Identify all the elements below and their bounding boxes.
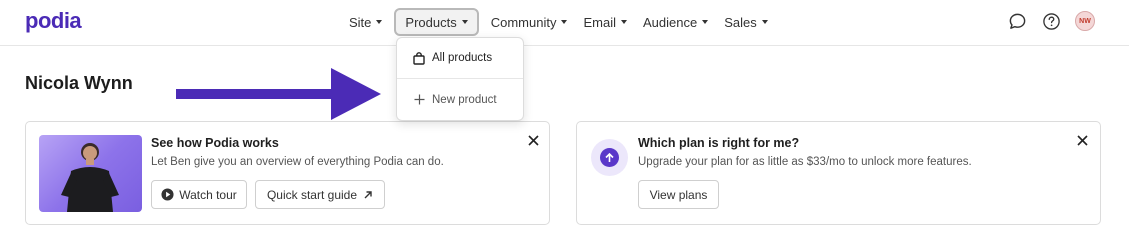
plan-card-title: Which plan is right for me? <box>638 136 800 150</box>
annotation-arrow-icon <box>176 68 382 125</box>
caret-down-icon <box>561 20 568 24</box>
close-icon[interactable] <box>526 133 540 147</box>
nav-sales[interactable]: Sales <box>716 8 776 36</box>
nav-email[interactable]: Email <box>575 8 635 36</box>
quick-start-guide-label: Quick start guide <box>266 187 358 202</box>
caret-down-icon <box>376 20 383 24</box>
dropdown-item-label: New product <box>432 93 497 106</box>
tour-card-title: See how Podia works <box>151 136 279 150</box>
view-plans-button[interactable]: View plans <box>638 180 719 209</box>
page-title: Nicola Wynn <box>25 73 133 93</box>
dropdown-item-new-product[interactable]: New product <box>397 79 523 120</box>
main-nav: Site Products Community Email Audience S… <box>341 8 776 36</box>
tour-video-thumbnail[interactable] <box>39 135 142 212</box>
view-plans-label: View plans <box>649 187 708 202</box>
nav-audience-label: Audience <box>642 14 698 30</box>
external-arrow-icon <box>363 190 373 200</box>
nav-audience[interactable]: Audience <box>635 8 716 36</box>
help-icon[interactable] <box>1041 11 1061 31</box>
nav-site[interactable]: Site <box>341 8 390 36</box>
dropdown-item-all-products[interactable]: All products <box>397 38 523 79</box>
nav-community-label: Community <box>490 14 557 30</box>
caret-down-icon <box>620 20 627 24</box>
dropdown-item-label: All products <box>432 52 493 64</box>
top-navigation-bar: podia Site Products Community Email Audi… <box>0 0 1129 46</box>
tour-card-description: Let Ben give you an overview of everythi… <box>151 156 444 168</box>
nav-right-actions: NW <box>1007 11 1095 31</box>
plus-icon <box>412 93 426 107</box>
nav-community[interactable]: Community <box>483 8 576 36</box>
products-dropdown-menu: All products New product <box>396 37 524 121</box>
nav-email-label: Email <box>583 14 616 30</box>
chat-bubble-icon[interactable] <box>1007 11 1027 31</box>
upgrade-arrow-icon <box>591 139 628 176</box>
tour-card: See how Podia works Let Ben give you an … <box>25 121 550 225</box>
nav-site-label: Site <box>349 14 372 30</box>
nav-products-label: Products <box>405 14 457 30</box>
watch-tour-button[interactable]: Watch tour <box>151 180 247 209</box>
nav-products[interactable]: Products <box>394 8 479 36</box>
podia-logo[interactable]: podia <box>25 8 82 34</box>
watch-tour-label: Watch tour <box>179 187 237 202</box>
caret-down-icon <box>761 20 768 24</box>
shopping-bag-icon <box>412 51 426 65</box>
nav-sales-label: Sales <box>724 14 757 30</box>
user-avatar[interactable]: NW <box>1075 11 1095 31</box>
plan-card: Which plan is right for me? Upgrade your… <box>576 121 1101 225</box>
close-icon[interactable] <box>1075 133 1089 147</box>
play-circle-icon <box>161 188 174 201</box>
caret-down-icon <box>702 20 709 24</box>
caret-down-icon <box>461 20 468 24</box>
quick-start-guide-button[interactable]: Quick start guide <box>255 180 385 209</box>
plan-card-description: Upgrade your plan for as little as $33/m… <box>638 156 972 168</box>
